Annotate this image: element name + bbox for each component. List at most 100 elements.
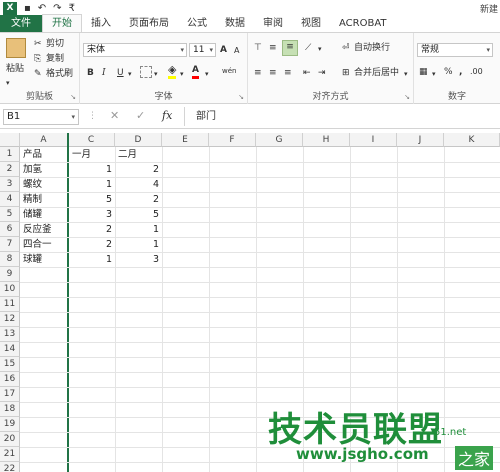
merge-center-icon[interactable]: ⊞	[342, 67, 350, 79]
undo-icon[interactable]: ↶	[38, 3, 46, 14]
tab-insert[interactable]: 插入	[82, 15, 120, 32]
cell-C5[interactable]: 3	[69, 207, 115, 222]
orientation-icon[interactable]: ⟋	[305, 42, 311, 54]
row-header[interactable]: 19	[0, 417, 20, 432]
cell-A4[interactable]: 精制	[20, 192, 67, 207]
row-header[interactable]: 15	[0, 357, 20, 372]
tab-page-layout[interactable]: 页面布局	[120, 15, 178, 32]
name-box[interactable]: B1 ▾	[3, 109, 79, 125]
redo-icon[interactable]: ↷	[53, 3, 61, 14]
column-header-D[interactable]: D	[115, 133, 162, 147]
italic-button[interactable]: I	[102, 67, 106, 79]
alignment-launcher-icon[interactable]: ↘	[404, 93, 410, 101]
column-header-G[interactable]: G	[256, 133, 303, 147]
bold-button[interactable]: B	[87, 67, 94, 79]
cell-D7[interactable]: 1	[115, 237, 162, 252]
column-header-F[interactable]: F	[209, 133, 256, 147]
row-header[interactable]: 5	[0, 207, 20, 222]
underline-dropdown-icon[interactable]: ▾	[128, 68, 132, 80]
column-header-K[interactable]: K	[444, 133, 500, 147]
orientation-dropdown-icon[interactable]: ▾	[318, 43, 322, 55]
row-header[interactable]: 2	[0, 162, 20, 177]
column-header-E[interactable]: E	[162, 133, 209, 147]
phonetic-guide-button[interactable]: wén	[222, 65, 236, 77]
cell-D2[interactable]: 2	[115, 162, 162, 177]
row-header[interactable]: 3	[0, 177, 20, 192]
percent-button[interactable]: %	[444, 66, 453, 78]
row-header[interactable]: 12	[0, 312, 20, 327]
align-top-icon[interactable]: ⊤	[254, 42, 262, 54]
paste-dropdown-icon[interactable]: ▾	[6, 77, 10, 89]
cell-D6[interactable]: 1	[115, 222, 162, 237]
cell-D1[interactable]: 二月	[115, 147, 162, 162]
enter-icon[interactable]: ✓	[136, 110, 145, 122]
row-header[interactable]: 16	[0, 372, 20, 387]
font-launcher-icon[interactable]: ↘	[238, 93, 244, 101]
align-center-icon[interactable]: ≡	[269, 67, 277, 79]
decrease-indent-icon[interactable]: ⇤	[303, 67, 311, 79]
cell-D3[interactable]: 4	[115, 177, 162, 192]
cell-A2[interactable]: 加氢	[20, 162, 67, 177]
merge-center-button[interactable]: 合并后居中	[354, 67, 399, 79]
tab-data[interactable]: 数据	[216, 15, 254, 32]
customize-qat-icon[interactable]: ₹	[69, 3, 75, 14]
row-header[interactable]: 22	[0, 462, 20, 472]
cell-C2[interactable]: 1	[69, 162, 115, 177]
cell-C4[interactable]: 5	[69, 192, 115, 207]
row-header[interactable]: 11	[0, 297, 20, 312]
cell-A7[interactable]: 四合一	[20, 237, 67, 252]
cell-C1[interactable]: 一月	[69, 147, 115, 162]
tab-view[interactable]: 视图	[292, 15, 330, 32]
column-header-H[interactable]: H	[303, 133, 350, 147]
clipboard-launcher-icon[interactable]: ↘	[70, 93, 76, 101]
copy-button[interactable]: 复制	[46, 53, 64, 65]
paste-icon[interactable]	[6, 38, 26, 58]
format-painter-icon[interactable]: ✎	[34, 68, 42, 80]
row-header[interactable]: 7	[0, 237, 20, 252]
align-bottom-icon[interactable]: ≡	[282, 40, 298, 56]
accounting-dropdown-icon[interactable]: ▾	[432, 68, 436, 80]
row-header[interactable]: 8	[0, 252, 20, 267]
tab-home[interactable]: 开始	[42, 14, 82, 32]
column-header-I[interactable]: I	[350, 133, 397, 147]
row-header[interactable]: 18	[0, 402, 20, 417]
column-header-A[interactable]: A	[20, 133, 68, 147]
increase-indent-icon[interactable]: ⇥	[318, 67, 326, 79]
cell-D5[interactable]: 5	[115, 207, 162, 222]
cancel-icon[interactable]: ✕	[110, 110, 119, 122]
font-color-dropdown-icon[interactable]: ▾	[205, 68, 209, 80]
cell-D4[interactable]: 2	[115, 192, 162, 207]
row-header[interactable]: 17	[0, 387, 20, 402]
cell-A1[interactable]: 产品	[20, 147, 67, 162]
tab-acrobat[interactable]: ACROBAT	[330, 15, 396, 32]
borders-dropdown-icon[interactable]: ▾	[154, 68, 158, 80]
row-header[interactable]: 14	[0, 342, 20, 357]
row-header[interactable]: 10	[0, 282, 20, 297]
font-size-combo[interactable]: 11 ▾	[189, 43, 216, 57]
formula-input[interactable]: 部门	[196, 111, 216, 123]
row-header[interactable]: 4	[0, 192, 20, 207]
wrap-text-icon[interactable]: ⏎	[342, 42, 350, 54]
format-painter-button[interactable]: 格式刷	[46, 68, 73, 80]
align-right-icon[interactable]: ≡	[284, 67, 292, 79]
accounting-format-icon[interactable]: ▦	[419, 66, 428, 78]
cell-C8[interactable]: 1	[69, 252, 115, 267]
column-header-J[interactable]: J	[397, 133, 444, 147]
increase-decimal-icon[interactable]: .00	[470, 66, 483, 78]
cell-A3[interactable]: 螺纹	[20, 177, 67, 192]
cut-icon[interactable]: ✂	[34, 38, 42, 50]
cell-C3[interactable]: 1	[69, 177, 115, 192]
row-header[interactable]: 13	[0, 327, 20, 342]
paste-button[interactable]: 粘贴	[6, 63, 24, 75]
align-left-icon[interactable]: ≡	[254, 67, 262, 79]
borders-icon[interactable]	[140, 66, 152, 78]
save-icon[interactable]: ▪	[24, 3, 31, 14]
row-header[interactable]: 9	[0, 267, 20, 282]
row-header[interactable]: 21	[0, 447, 20, 462]
row-header[interactable]: 6	[0, 222, 20, 237]
cell-A5[interactable]: 储罐	[20, 207, 67, 222]
cell-D8[interactable]: 3	[115, 252, 162, 267]
underline-button[interactable]: U	[117, 67, 124, 79]
grow-font-button[interactable]: A	[220, 44, 227, 56]
row-header[interactable]: 1	[0, 147, 20, 162]
